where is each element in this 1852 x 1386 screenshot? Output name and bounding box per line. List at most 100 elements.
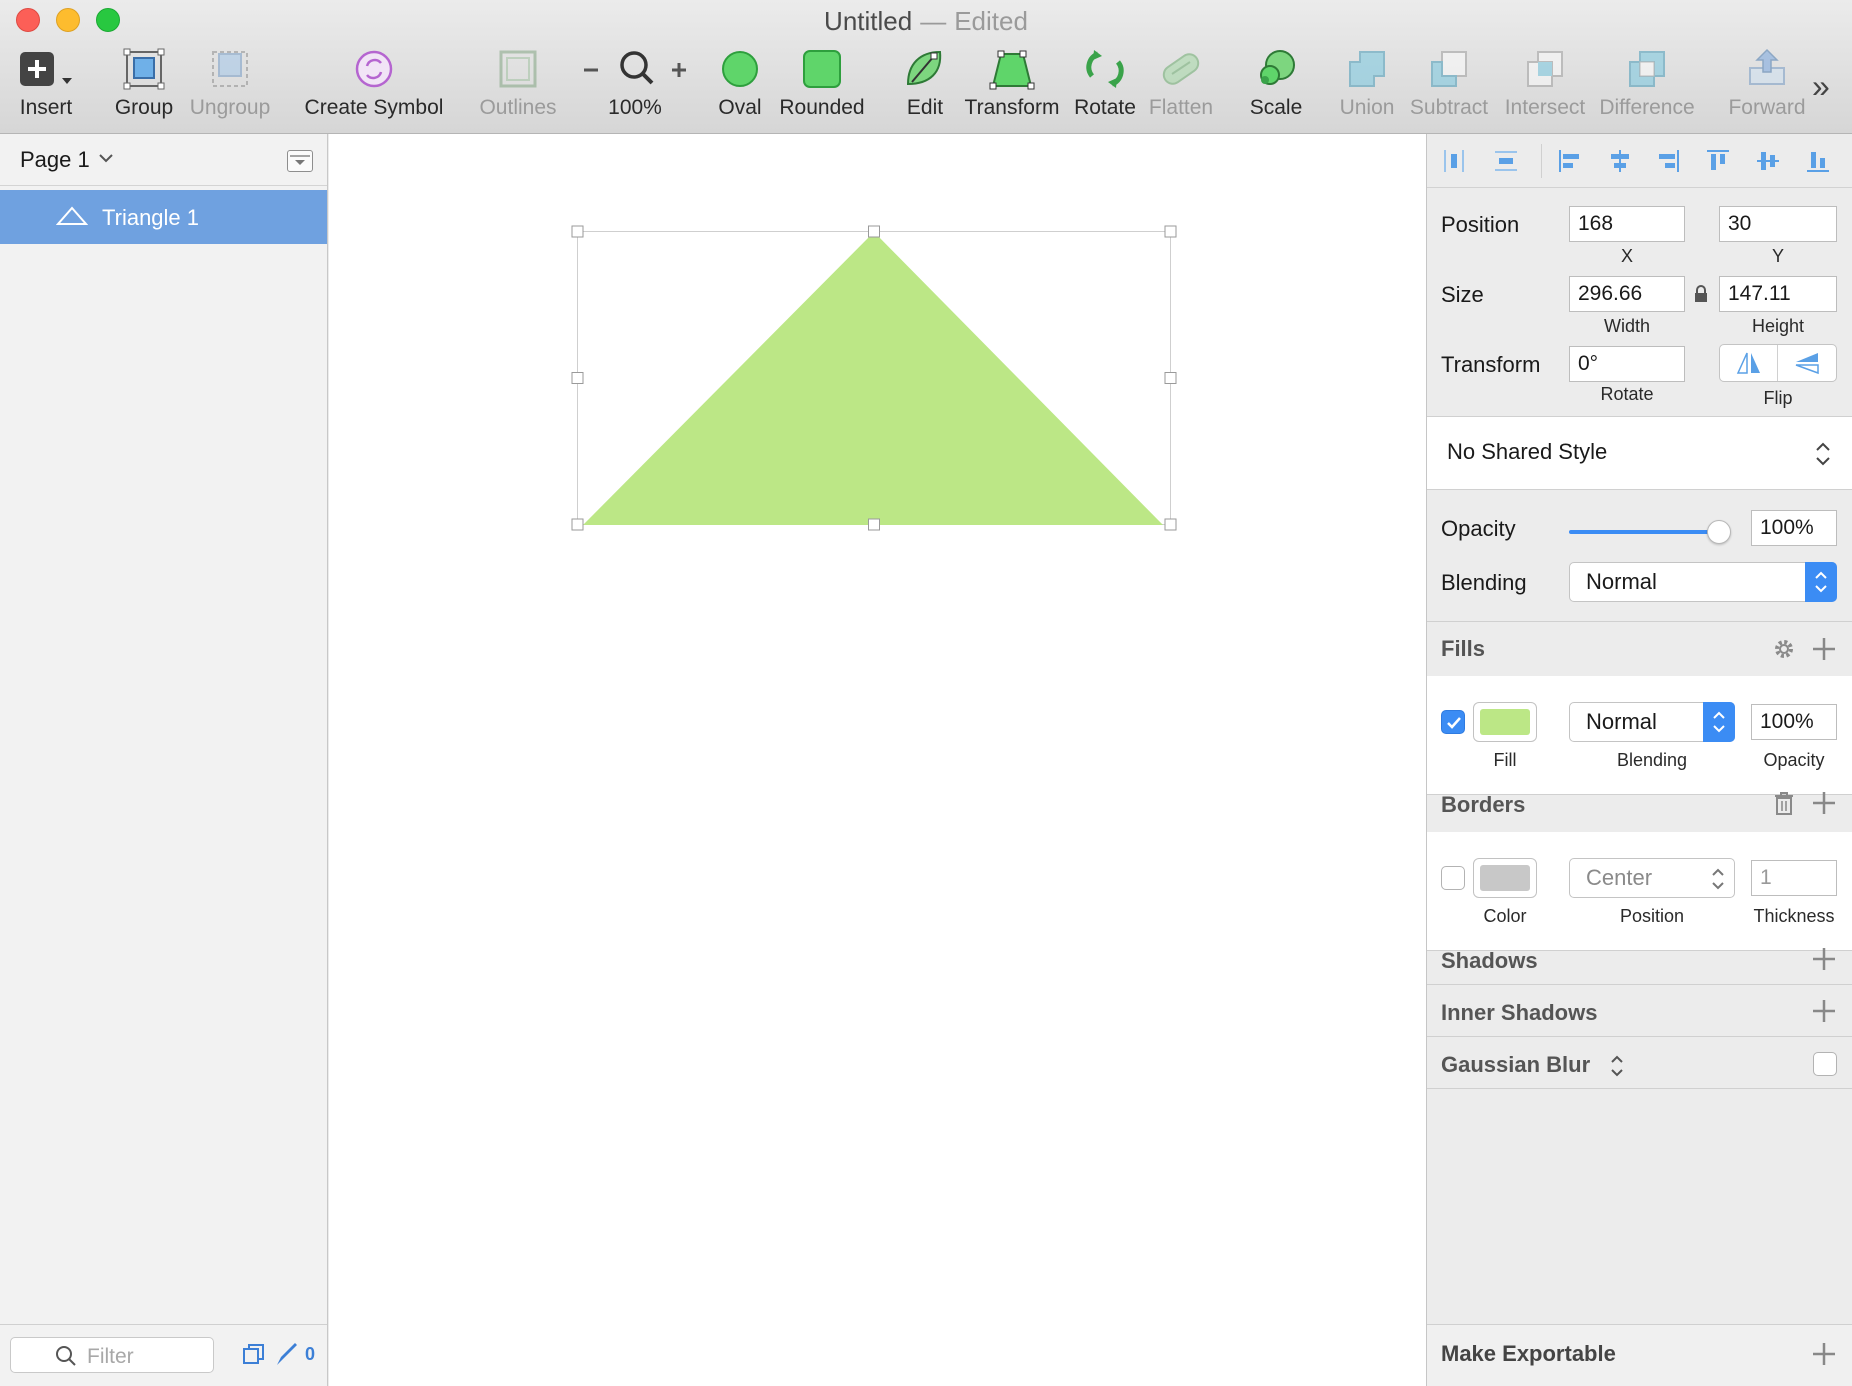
zoom-control[interactable]: 100%: [580, 46, 690, 126]
stepper-icon[interactable]: [1609, 1054, 1625, 1078]
opacity-slider-knob[interactable]: [1707, 520, 1731, 544]
divider: [1427, 1088, 1852, 1089]
create-symbol-label: Create Symbol: [304, 96, 444, 119]
divider: [1427, 984, 1852, 985]
slice-icon[interactable]: [273, 1341, 299, 1367]
shared-style-select[interactable]: No Shared Style: [1427, 417, 1852, 489]
align-right-icon[interactable]: [1655, 148, 1681, 174]
resize-handle-middle-right[interactable]: [1164, 372, 1177, 384]
filter-input[interactable]: Filter: [10, 1337, 214, 1373]
flatten-label: Flatten: [1148, 96, 1214, 119]
add-inner-shadow-icon[interactable]: [1811, 998, 1837, 1024]
fill-blending-select[interactable]: Normal: [1569, 702, 1735, 742]
triangle-icon: [56, 206, 88, 225]
opacity-field[interactable]: 100%: [1751, 510, 1837, 546]
oval-button[interactable]: Oval: [716, 46, 764, 126]
resize-handle-bottom-right[interactable]: [1164, 518, 1177, 531]
border-position-select[interactable]: Center: [1569, 858, 1735, 898]
flatten-button[interactable]: Flatten: [1148, 46, 1214, 126]
border-color-swatch[interactable]: [1473, 858, 1537, 898]
gaussian-blur-checkbox[interactable]: [1813, 1052, 1837, 1076]
rotate-button[interactable]: Rotate: [1074, 46, 1136, 126]
fill-blending-stepper: [1703, 702, 1735, 742]
toolbar-overflow-button[interactable]: »: [1812, 68, 1830, 105]
add-shadow-icon[interactable]: [1811, 946, 1837, 972]
flip-vertical-icon: [1795, 353, 1819, 375]
union-icon: [1344, 46, 1390, 92]
gear-icon[interactable]: [1771, 636, 1797, 662]
resize-handle-top-right[interactable]: [1164, 225, 1177, 238]
triangle-shape[interactable]: [583, 232, 1163, 525]
transform-button[interactable]: Transform: [965, 46, 1059, 126]
group-icon: [121, 46, 167, 92]
union-button[interactable]: Union: [1338, 46, 1396, 126]
ungroup-button[interactable]: Ungroup: [188, 46, 272, 126]
fill-row: Normal 100% Fill Blending Opacity: [1427, 676, 1852, 794]
flip-vertical-button[interactable]: [1778, 345, 1836, 381]
position-y-field[interactable]: 30: [1719, 206, 1837, 242]
fill-caption: Fill: [1493, 750, 1517, 770]
fills-title: Fills: [1441, 636, 1486, 661]
layer-row-triangle[interactable]: Triangle 1: [0, 190, 327, 244]
lock-icon[interactable]: [1693, 284, 1709, 304]
distribute-horizontal-icon[interactable]: [1441, 148, 1467, 174]
width-field[interactable]: 296.66: [1569, 276, 1685, 312]
align-top-icon[interactable]: [1705, 148, 1731, 174]
resize-handle-bottom-center[interactable]: [868, 518, 880, 531]
group-label: Group: [114, 96, 174, 119]
add-fill-icon[interactable]: [1811, 636, 1837, 662]
edit-button[interactable]: Edit: [902, 46, 948, 126]
divider: [1427, 621, 1852, 622]
opacity-slider[interactable]: [1569, 520, 1731, 544]
align-horizontal-center-icon[interactable]: [1607, 148, 1633, 174]
blending-select[interactable]: Normal: [1569, 562, 1837, 602]
align-left-icon[interactable]: [1557, 148, 1583, 174]
toggle-pages-button[interactable]: [287, 150, 313, 172]
symbol-icon: [351, 46, 397, 92]
border-enabled-checkbox[interactable]: [1441, 866, 1465, 890]
add-border-icon[interactable]: [1811, 790, 1837, 816]
intersect-button[interactable]: Intersect: [1502, 46, 1588, 126]
subtract-icon: [1426, 46, 1472, 92]
add-export-icon[interactable]: [1811, 1341, 1837, 1367]
subtract-button[interactable]: Subtract: [1408, 46, 1490, 126]
fill-opacity-field[interactable]: 100%: [1751, 704, 1837, 740]
border-thickness-field[interactable]: 1: [1751, 860, 1837, 896]
resize-handle-bottom-left[interactable]: [571, 518, 584, 531]
distribute-vertical-icon[interactable]: [1493, 148, 1519, 174]
stepper-icon: [1712, 868, 1724, 890]
scale-button[interactable]: Scale: [1248, 46, 1304, 126]
thickness-caption: Thickness: [1753, 906, 1835, 926]
outlines-button[interactable]: Outlines: [478, 46, 558, 126]
flatten-icon: [1158, 46, 1204, 92]
gaussian-blur-title[interactable]: Gaussian Blur: [1441, 1052, 1590, 1078]
align-bottom-icon[interactable]: [1805, 148, 1831, 174]
difference-button[interactable]: Difference: [1599, 46, 1695, 126]
height-field[interactable]: 147.11: [1719, 276, 1837, 312]
alignment-toolbar: [1427, 134, 1852, 188]
page-selector[interactable]: Page 1: [0, 134, 327, 186]
rounded-button[interactable]: Rounded: [778, 46, 866, 126]
resize-handle-top-center[interactable]: [868, 225, 880, 238]
resize-handle-top-left[interactable]: [571, 225, 584, 238]
intersect-icon: [1522, 46, 1568, 92]
filter-tools: 0: [241, 1341, 315, 1367]
create-symbol-button[interactable]: Create Symbol: [304, 46, 444, 126]
rotate-field[interactable]: 0°: [1569, 346, 1685, 382]
insert-button[interactable]: Insert: [16, 46, 76, 126]
fill-color-swatch[interactable]: [1473, 702, 1537, 742]
show-symbols-icon[interactable]: [241, 1341, 267, 1367]
checkmark-icon: [1447, 717, 1461, 729]
position-x-field[interactable]: 168: [1569, 206, 1685, 242]
trash-icon[interactable]: [1773, 790, 1795, 816]
fill-enabled-checkbox[interactable]: [1441, 710, 1465, 734]
design-canvas[interactable]: [329, 134, 1426, 1386]
group-button[interactable]: Group: [112, 46, 176, 126]
resize-handle-middle-left[interactable]: [571, 372, 584, 384]
forward-button[interactable]: Forward: [1726, 46, 1808, 126]
position-x-caption: X: [1620, 246, 1633, 266]
flip-horizontal-button[interactable]: [1720, 345, 1778, 381]
inner-shadows-title: Inner Shadows: [1441, 1000, 1598, 1025]
align-vertical-center-icon[interactable]: [1755, 148, 1781, 174]
zoom-level: 100%: [608, 96, 662, 119]
